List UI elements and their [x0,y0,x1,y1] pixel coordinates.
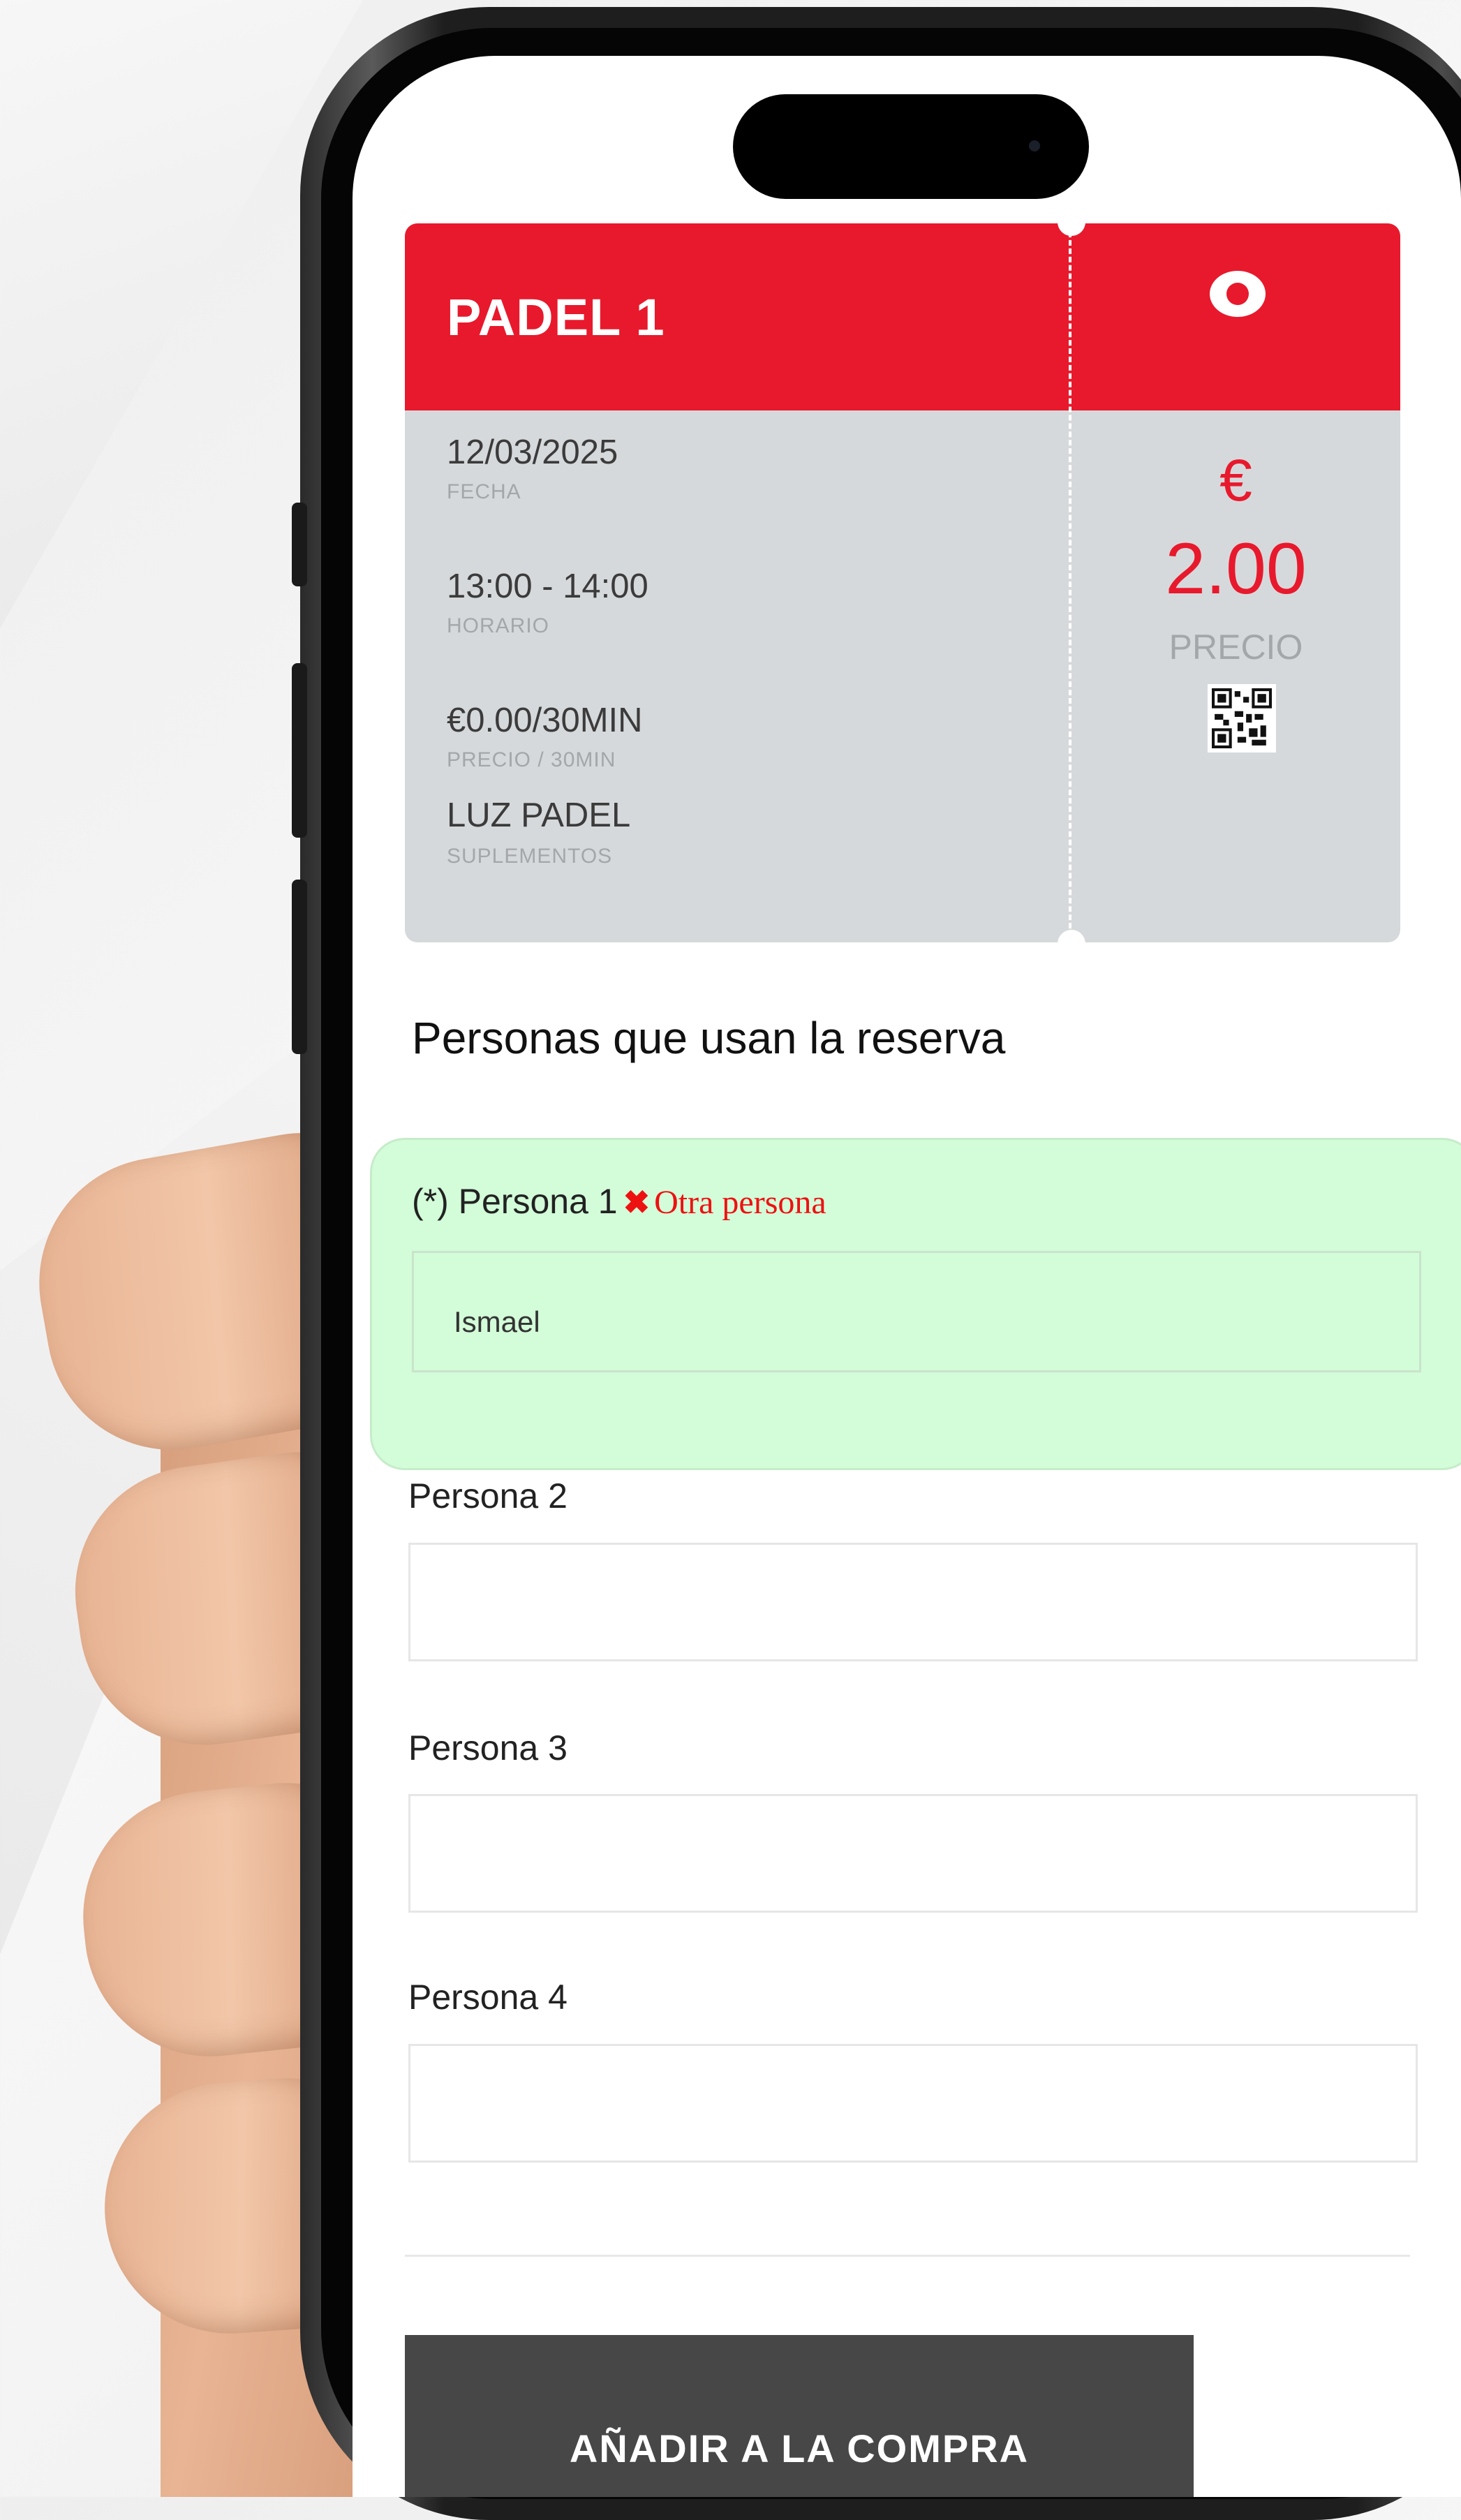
ticket-title: PADEL 1 [447,288,665,346]
price-value: 2.00 [1165,528,1307,609]
person-1-label: (*) Persona 1 [412,1182,618,1221]
supplement-label: SUPLEMENTOS [447,845,613,868]
rate-value: €0.00/30MIN [447,702,643,739]
ticket-notch [1058,208,1085,236]
dynamic-island [733,94,1089,199]
person-1-value: Ismael [454,1305,540,1338]
close-icon[interactable]: ✖ [623,1184,651,1220]
date-value: 12/03/2025 [447,433,618,471]
rate-label: PRECIO / 30MIN [447,748,616,771]
camera-dot [1029,140,1040,151]
time-label: HORARIO [447,614,550,637]
section-title: Personas que usan la reserva [412,1013,1006,1063]
add-to-cart-button[interactable] [405,2335,1194,2497]
add-to-cart-label: AÑADIR A LA COMPRA [569,2426,1030,2470]
currency-symbol: € [1219,447,1252,513]
phone-screen: PADEL 1 12/03/2025 FECHA 13:00 - 14:00 H… [353,56,1461,2497]
person-1-input[interactable] [412,1251,1421,1372]
person-3-label: Persona 3 [408,1728,568,1767]
other-person-link[interactable]: Otra persona [654,1184,826,1221]
person-3-input[interactable] [408,1794,1418,1913]
person-2-label: Persona 2 [408,1476,568,1515]
person-1-header: (*) Persona 1 ✖ Otra persona [412,1181,826,1222]
time-value: 13:00 - 14:00 [447,568,648,605]
supplement-value: LUZ PADEL [447,796,631,834]
qr-code-icon [1208,684,1276,753]
person-2-input[interactable] [408,1543,1418,1661]
person-4-label: Persona 4 [408,1978,568,2017]
booking-ticket: PADEL 1 12/03/2025 FECHA 13:00 - 14:00 H… [405,208,1400,958]
volume-up-button [292,663,307,838]
person-4-input[interactable] [408,2044,1418,2163]
eye-icon[interactable] [1208,264,1268,324]
divider [405,2255,1410,2257]
ticket-notch [1058,930,1085,958]
date-label: FECHA [447,480,521,503]
price-label: PRECIO [1169,628,1303,667]
volume-down-button [292,880,307,1054]
mute-switch [292,503,307,586]
